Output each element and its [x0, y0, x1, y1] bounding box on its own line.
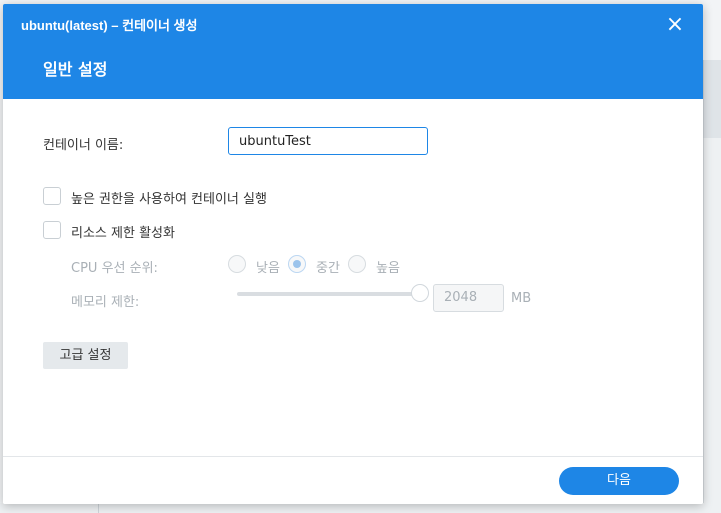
background-divider — [98, 503, 99, 513]
resource-limit-label[interactable]: 리소스 제한 활성화 — [71, 222, 175, 241]
memory-limit-label: 메모리 제한: — [71, 295, 140, 310]
section-title: 일반 설정 — [43, 60, 108, 79]
dialog-header: ubuntu(latest) – 컨테이너 생성 × 일반 설정 — [3, 4, 703, 99]
cpu-medium-radio[interactable] — [288, 255, 306, 273]
memory-slider-thumb[interactable] — [411, 284, 429, 302]
create-container-dialog: ubuntu(latest) – 컨테이너 생성 × 일반 설정 컨테이너 이름… — [3, 4, 703, 504]
background-strip — [0, 503, 721, 513]
cpu-low-radio[interactable] — [228, 255, 246, 273]
window-title: ubuntu(latest) – 컨테이너 생성 — [21, 18, 198, 33]
container-name-input[interactable] — [228, 127, 428, 155]
privileged-checkbox[interactable] — [43, 187, 61, 205]
background-panel-lower — [703, 138, 721, 513]
cpu-medium-label: 중간 — [316, 261, 340, 276]
background-panel — [703, 60, 721, 138]
cpu-high-label: 높음 — [376, 261, 400, 276]
next-button[interactable]: 다음 — [559, 467, 679, 495]
advanced-settings-button[interactable]: 고급 설정 — [43, 342, 128, 369]
memory-slider-track[interactable] — [237, 292, 421, 296]
privileged-label[interactable]: 높은 권한을 사용하여 컨테이너 실행 — [71, 188, 267, 207]
dialog-body: 컨테이너 이름: 높은 권한을 사용하여 컨테이너 실행 리소스 제한 활성화 … — [3, 99, 703, 456]
close-icon[interactable]: × — [663, 13, 687, 37]
cpu-high-radio[interactable] — [348, 255, 366, 273]
resource-limit-checkbox[interactable] — [43, 221, 61, 239]
dialog-footer: 다음 — [3, 456, 703, 504]
memory-value-field[interactable]: 2048 — [433, 284, 504, 312]
cpu-low-label: 낮음 — [256, 261, 280, 276]
memory-unit-label: MB — [511, 291, 532, 306]
container-name-label: 컨테이너 이름: — [43, 138, 124, 153]
cpu-priority-label: CPU 우선 순위: — [71, 261, 158, 276]
